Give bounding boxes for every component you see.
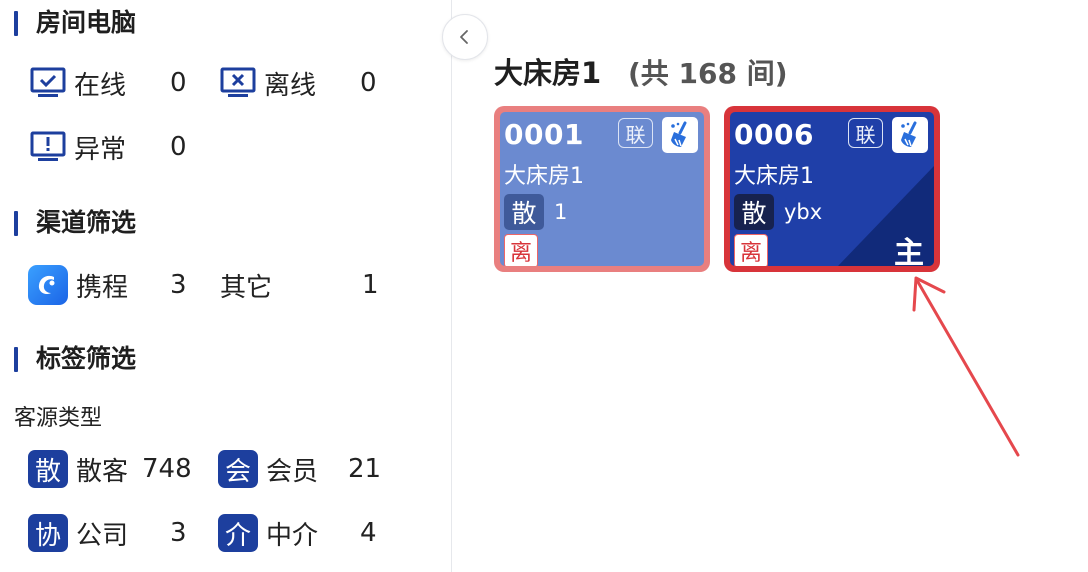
guest-name: 1 (554, 200, 568, 224)
filter-abnormal[interactable]: 异常 0 (30, 130, 210, 165)
filter-tag-walkin[interactable]: 散 散客 748 (28, 450, 208, 488)
ctrip-dolphin-icon (28, 265, 68, 305)
broom-icon (662, 117, 698, 153)
guest-tag-badge: 散 (734, 194, 774, 230)
tag-label: 会员 (266, 456, 319, 487)
online-label: 在线 (74, 70, 127, 101)
tag-count: 748 (142, 454, 192, 484)
linked-badge: 联 (618, 118, 653, 148)
section-title-room-pc: 房间电脑 (14, 8, 136, 38)
guest-tag-badge: 散 (504, 194, 544, 230)
room-card-body: 0006 大床房1 联 散 ybx 离 主 (730, 112, 934, 266)
guest-name: ybx (784, 200, 823, 224)
other-label: 其它 (220, 272, 273, 303)
filter-ctrip[interactable]: 携程 3 (28, 265, 208, 305)
room-card-body: 0001 大床房1 联 散 1 离 (500, 112, 704, 266)
abnormal-label: 异常 (74, 134, 127, 165)
room-number: 0006 (734, 118, 814, 151)
tag-badge-san: 散 (28, 450, 68, 488)
filter-other[interactable]: 其它 1 (220, 268, 400, 303)
filter-offline[interactable]: 离线 0 (220, 66, 400, 101)
room-number: 0001 (504, 118, 584, 151)
tag-badge-hui: 会 (218, 450, 258, 488)
tag-label: 中介 (266, 520, 319, 551)
section-title-channel: 渠道筛选 (14, 208, 136, 238)
collapse-sidebar-button[interactable] (442, 14, 488, 60)
room-card[interactable]: 0006 大床房1 联 散 ybx 离 主 (724, 106, 940, 272)
main-room-badge: 主 (894, 236, 924, 266)
guest-type-label: 客源类型 (14, 406, 103, 431)
room-type: 大床房1 (504, 164, 584, 189)
abnormal-count: 0 (170, 132, 187, 162)
linked-badge: 联 (848, 118, 883, 148)
broom-icon (892, 117, 928, 153)
leave-badge: 离 (504, 234, 538, 266)
room-count: (共 168 间) (628, 57, 788, 90)
filter-tag-member[interactable]: 会 会员 21 (218, 450, 398, 488)
annotation-arrow (912, 276, 1020, 457)
tag-count: 21 (348, 454, 382, 484)
offline-label: 离线 (264, 70, 317, 101)
tag-badge-xie: 协 (28, 514, 68, 552)
online-count: 0 (170, 68, 187, 98)
tag-count: 3 (170, 518, 187, 548)
tag-count: 4 (360, 518, 377, 548)
offline-count: 0 (360, 68, 377, 98)
other-count: 1 (362, 270, 379, 300)
ctrip-count: 3 (170, 270, 187, 300)
tag-badge-jie: 介 (218, 514, 258, 552)
leave-badge: 离 (734, 234, 768, 266)
monitor-alert-icon (30, 131, 66, 161)
chevron-left-icon (460, 30, 468, 44)
room-type-title: 大床房1 (494, 56, 602, 90)
filter-online[interactable]: 在线 0 (30, 66, 210, 101)
room-type: 大床房1 (734, 164, 814, 189)
tag-label: 散客 (76, 456, 129, 487)
tag-label: 公司 (76, 520, 129, 551)
monitor-x-icon (220, 67, 256, 97)
monitor-check-icon (30, 67, 66, 97)
room-card[interactable]: 0001 大床房1 联 散 1 离 (494, 106, 710, 272)
ctrip-label: 携程 (76, 272, 129, 303)
filter-tag-company[interactable]: 协 公司 3 (28, 514, 208, 552)
sidebar: 房间电脑 在线 0 离线 0 异常 0 渠道筛选 携程 3 其它 1 标签筛选 … (0, 0, 452, 572)
section-title-tags: 标签筛选 (14, 344, 136, 374)
filter-tag-agent[interactable]: 介 中介 4 (218, 514, 398, 552)
